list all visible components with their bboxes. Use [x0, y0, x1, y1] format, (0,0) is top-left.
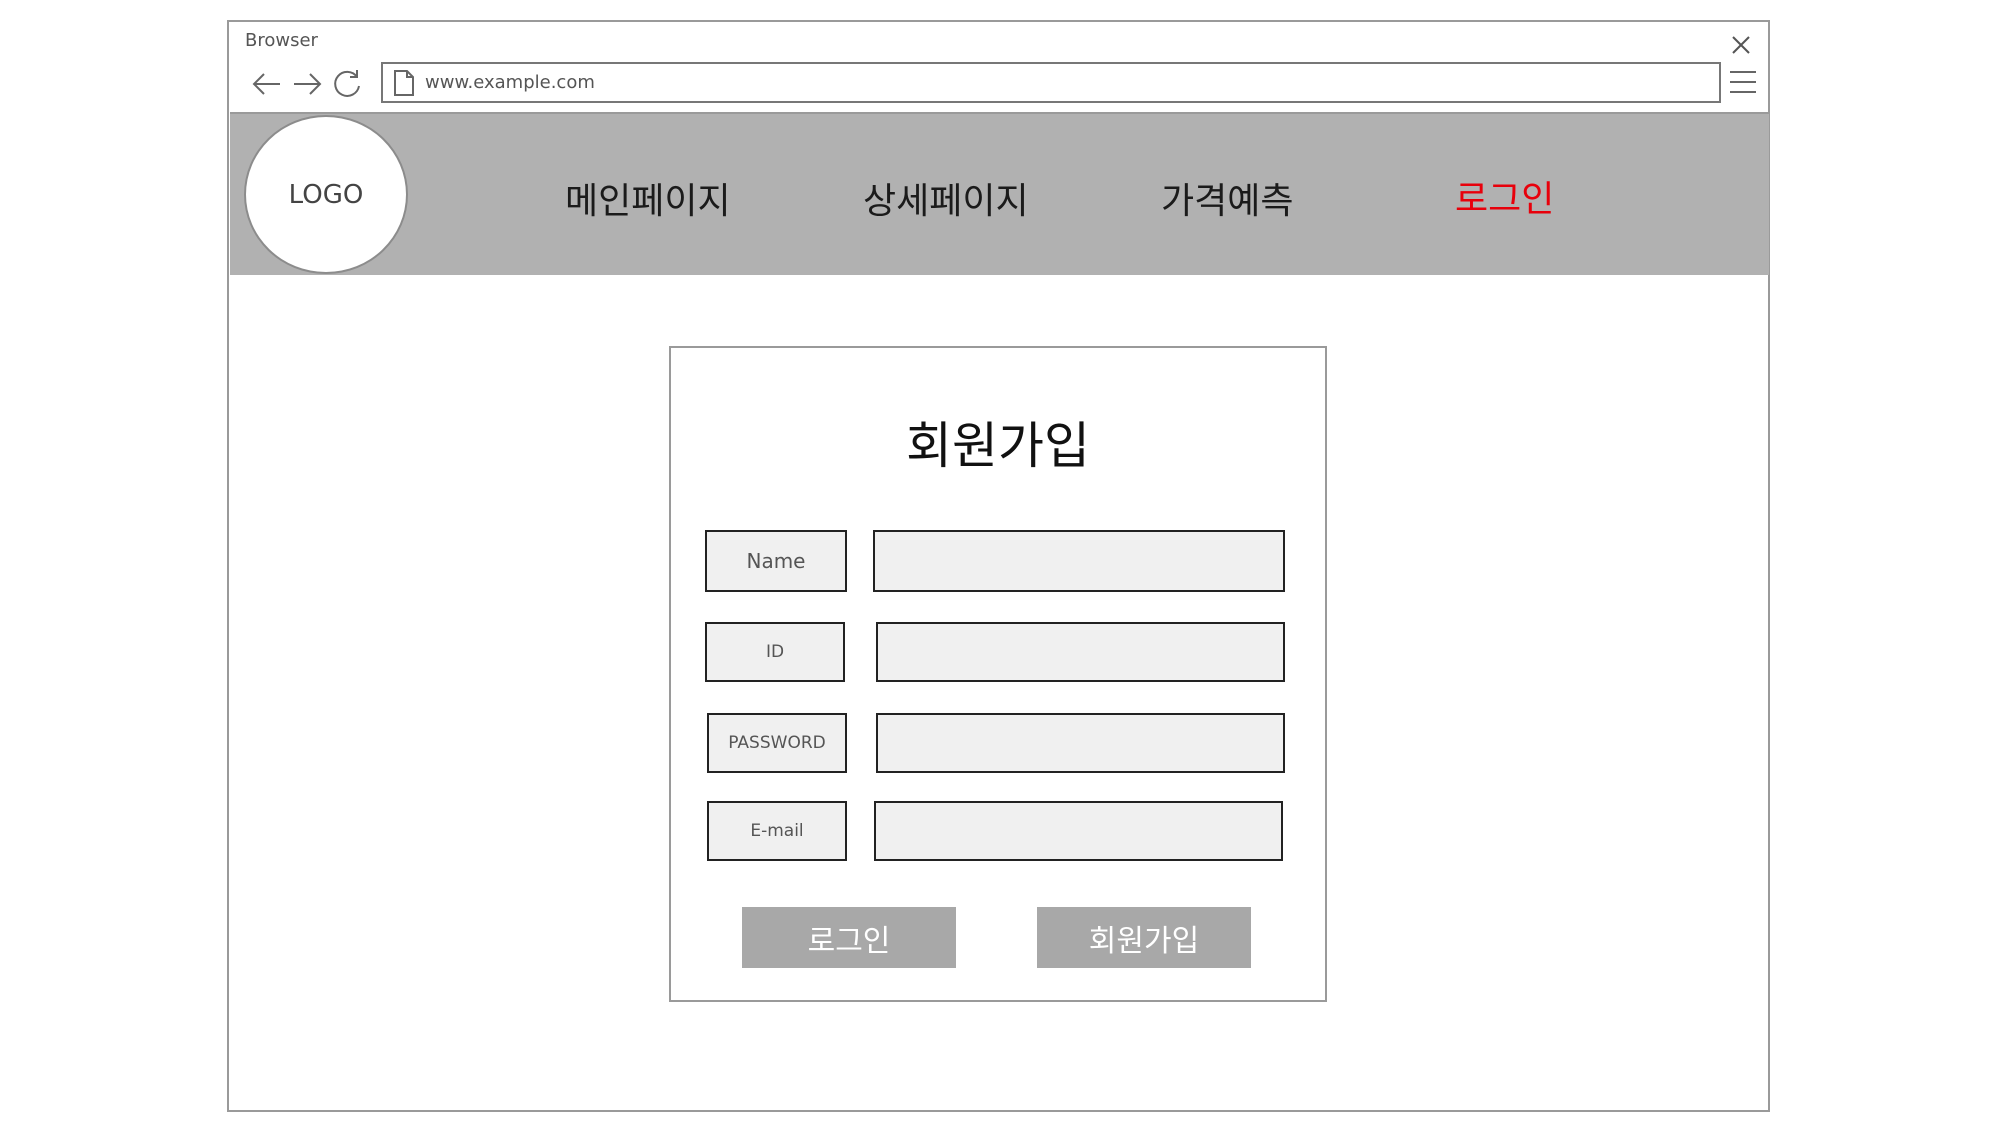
site-header: LOGO 메인페이지 상세페이지 가격예측 로그인	[230, 112, 1769, 275]
password-label: PASSWORD	[707, 713, 847, 773]
close-icon[interactable]	[1726, 30, 1756, 60]
nav-item-detail[interactable]: 상세페이지	[863, 172, 1029, 224]
name-label: Name	[705, 530, 847, 592]
hamburger-menu-icon[interactable]	[1728, 68, 1758, 96]
signup-card: 회원가입 Name ID PASSWORD E-mail 로그인 회원가입	[669, 346, 1327, 1002]
browser-window: Browser www.example.com LOGO 메인페이지 상세페이지…	[227, 20, 1770, 1112]
browser-title: Browser	[245, 30, 318, 51]
password-field[interactable]	[876, 713, 1285, 773]
name-field[interactable]	[873, 530, 1285, 592]
nav-item-price-prediction[interactable]: 가격예측	[1161, 172, 1293, 224]
signup-title: 회원가입	[906, 417, 1090, 475]
signup-button[interactable]: 회원가입	[1037, 907, 1251, 968]
address-input[interactable]	[425, 72, 1625, 93]
browser-titlebar: Browser	[229, 22, 1768, 112]
refresh-icon[interactable]	[329, 66, 365, 102]
page-icon	[393, 69, 415, 96]
back-arrow-icon[interactable]	[249, 66, 285, 102]
forward-arrow-icon[interactable]	[289, 66, 325, 102]
email-label: E-mail	[707, 801, 847, 861]
id-field[interactable]	[876, 622, 1285, 682]
id-label: ID	[705, 622, 845, 682]
logo[interactable]: LOGO	[244, 115, 408, 274]
nav-item-main[interactable]: 메인페이지	[565, 172, 731, 224]
address-bar[interactable]	[381, 62, 1721, 103]
nav-item-login[interactable]: 로그인	[1455, 170, 1554, 222]
login-button[interactable]: 로그인	[742, 907, 956, 968]
email-field[interactable]	[874, 801, 1283, 861]
